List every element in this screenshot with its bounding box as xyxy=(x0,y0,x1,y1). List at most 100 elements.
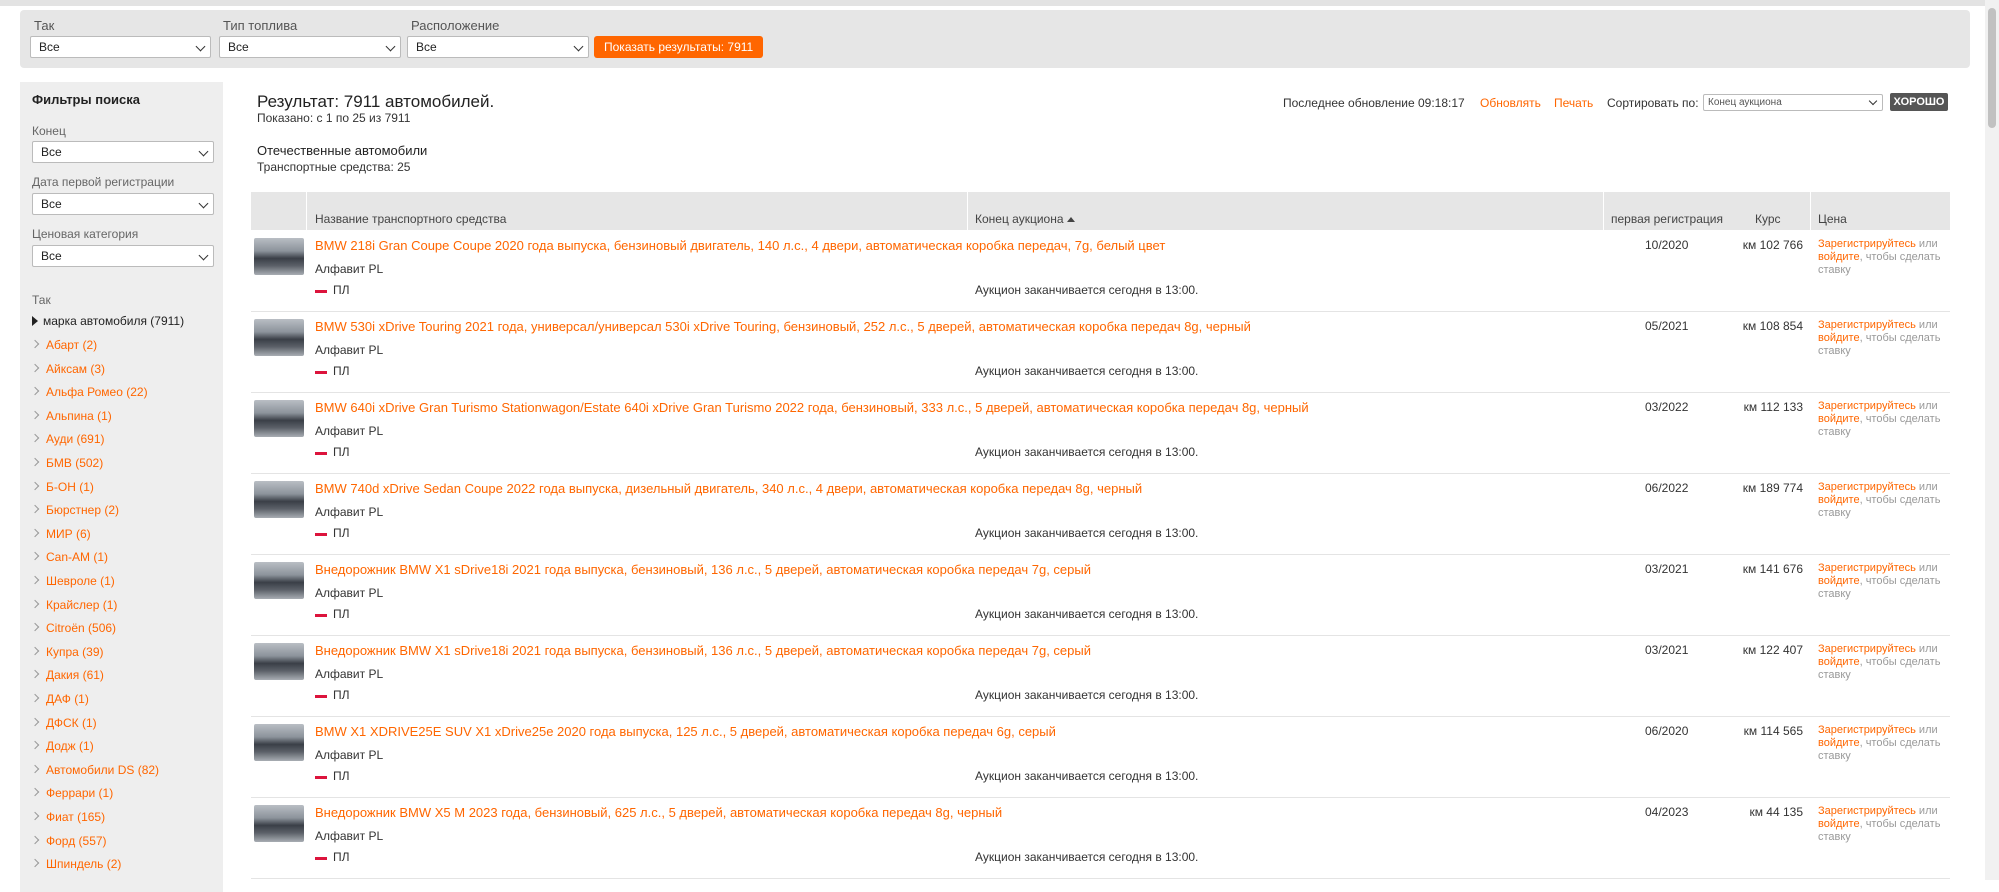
sidebar-make-item[interactable]: Дакия (61) xyxy=(30,668,104,683)
location-select[interactable]: Все xyxy=(407,36,589,58)
sidebar-make-item[interactable]: МИР (6) xyxy=(30,527,91,541)
sidebar-make-item[interactable]: Форд (557) xyxy=(30,833,107,848)
car-thumbnail[interactable] xyxy=(254,562,304,599)
sidebar-make-item[interactable]: Шевроле (1) xyxy=(30,574,115,588)
seller-name: Алфавит PL xyxy=(315,424,384,438)
login-link[interactable]: войдите xyxy=(1818,251,1860,263)
car-title-link[interactable]: BMW 218i Gran Coupe Coupe 2020 года выпу… xyxy=(315,238,1165,253)
or-text: или xyxy=(1918,724,1938,736)
column-separator xyxy=(1603,192,1604,230)
sort-ok-button[interactable]: ХОРОШО xyxy=(1890,93,1948,111)
make-filter: Так Все xyxy=(30,18,211,58)
column-header-first-registration[interactable]: первая регистрация xyxy=(1611,212,1723,226)
sidebar-make-label: Дакия (61) xyxy=(46,668,104,683)
end-select[interactable]: Все xyxy=(32,141,214,163)
sidebar-make-item[interactable]: ДФСК (1) xyxy=(30,715,97,730)
brand-tree-header[interactable]: марка автомобиля (7911) xyxy=(32,314,184,328)
register-link[interactable]: Зарегистрируйтесь xyxy=(1818,805,1916,817)
car-title-link[interactable]: Внедорожник BMW X1 sDrive18i 2021 года в… xyxy=(315,643,1091,658)
chevron-down-icon xyxy=(1868,96,1878,106)
sidebar-make-item[interactable]: ДАФ (1) xyxy=(30,692,89,706)
make-select[interactable]: Все xyxy=(30,36,211,58)
sidebar-make-label: ДФСК (1) xyxy=(46,715,97,730)
sidebar-make-item[interactable]: Шпиндель (2) xyxy=(30,857,121,871)
page-scrollbar[interactable] xyxy=(1985,0,1999,880)
sidebar-make-label: Citroën (506) xyxy=(46,621,117,636)
car-title-link[interactable]: BMW X1 XDRIVE25E SUV X1 xDrive25e 2020 г… xyxy=(315,724,1056,739)
chevron-right-icon xyxy=(30,363,40,372)
or-text: или xyxy=(1918,481,1938,493)
sidebar-make-label: Додж (1) xyxy=(46,739,94,754)
last-update-text: Последнее обновление 09:18:17 xyxy=(1283,96,1465,110)
car-title-link[interactable]: BMW 530i xDrive Touring 2021 года, униве… xyxy=(315,319,1251,334)
poland-flag-icon xyxy=(315,287,327,293)
column-header-name[interactable]: Название транспортного средства xyxy=(315,212,506,226)
chevron-right-icon xyxy=(30,670,40,679)
sidebar-make-item[interactable]: Б-ОН (1) xyxy=(30,480,94,494)
car-thumbnail[interactable] xyxy=(254,481,304,518)
register-link[interactable]: Зарегистрируйтесь xyxy=(1818,724,1916,736)
column-header-auction-end[interactable]: Конец аукциона xyxy=(975,212,1075,226)
print-link[interactable]: Печать xyxy=(1554,96,1593,110)
car-thumbnail[interactable] xyxy=(254,805,304,842)
login-link[interactable]: войдите xyxy=(1818,818,1860,830)
sidebar-make-item[interactable]: Ауди (691) xyxy=(30,432,105,446)
sidebar-make-item[interactable]: Can-AM (1) xyxy=(30,550,108,564)
sidebar-make-item[interactable]: Фиат (165) xyxy=(30,810,105,824)
register-link[interactable]: Зарегистрируйтесь xyxy=(1818,481,1916,493)
column-header-price[interactable]: Цена xyxy=(1818,212,1847,226)
register-link[interactable]: Зарегистрируйтесь xyxy=(1818,319,1916,331)
car-thumbnail[interactable] xyxy=(254,400,304,437)
login-link[interactable]: войдите xyxy=(1818,737,1860,749)
location-select-value: Все xyxy=(416,40,437,54)
register-link[interactable]: Зарегистрируйтесь xyxy=(1818,643,1916,655)
first-reg-select[interactable]: Все xyxy=(32,193,214,215)
chevron-right-icon xyxy=(30,386,40,396)
car-title-link[interactable]: BMW 640i xDrive Gran Turismo Stationwago… xyxy=(315,400,1309,415)
car-title-link[interactable]: BMW 740d xDrive Sedan Coupe 2022 года вы… xyxy=(315,481,1142,496)
auction-end-text: Аукцион заканчивается сегодня в 13:00. xyxy=(975,607,1199,621)
car-thumbnail[interactable] xyxy=(254,238,304,275)
car-thumbnail[interactable] xyxy=(254,724,304,761)
show-results-button[interactable]: Показать результаты: 7911 xyxy=(594,36,764,58)
country-code: ПЛ xyxy=(333,769,350,783)
register-link[interactable]: Зарегистрируйтесь xyxy=(1818,238,1916,250)
seller-name: Алфавит PL xyxy=(315,505,384,519)
register-link[interactable]: Зарегистрируйтесь xyxy=(1818,562,1916,574)
or-text: или xyxy=(1918,319,1938,331)
sidebar-make-item[interactable]: Альпина (1) xyxy=(30,409,112,423)
login-link[interactable]: войдите xyxy=(1818,332,1860,344)
sort-select[interactable]: Конец аукциона xyxy=(1703,94,1883,111)
sidebar-make-item[interactable]: Автомобили DS (82) xyxy=(30,763,159,777)
car-thumbnail[interactable] xyxy=(254,319,304,356)
sidebar-make-item[interactable]: БМВ (502) xyxy=(30,456,103,470)
flag-white-stripe xyxy=(315,692,327,695)
sidebar-make-item[interactable]: Бюрстнер (2) xyxy=(30,503,119,517)
sidebar-make-item[interactable]: Абарт (2) xyxy=(30,338,97,352)
sidebar-make-item[interactable]: Крайслер (1) xyxy=(30,598,117,612)
chevron-right-icon xyxy=(30,858,40,868)
column-header-course[interactable]: Курс xyxy=(1755,212,1781,226)
sidebar-make-label: Форд (557) xyxy=(46,833,107,848)
login-link[interactable]: войдите xyxy=(1818,494,1860,506)
refresh-link[interactable]: Обновлять xyxy=(1480,96,1541,110)
sidebar-make-item[interactable]: Додж (1) xyxy=(30,739,94,754)
make-filter-label: Так xyxy=(34,18,55,33)
car-title-link[interactable]: Внедорожник BMW X5 M 2023 года, бензинов… xyxy=(315,805,1002,820)
car-thumbnail[interactable] xyxy=(254,643,304,680)
price-category-select[interactable]: Все xyxy=(32,245,214,267)
login-link[interactable]: войдите xyxy=(1818,413,1860,425)
sidebar-make-item[interactable]: Феррари (1) xyxy=(30,786,113,800)
sidebar-make-item[interactable]: Альфа Ромео (22) xyxy=(30,385,148,399)
car-title-link[interactable]: Внедорожник BMW X1 sDrive18i 2021 года в… xyxy=(315,562,1091,577)
register-link[interactable]: Зарегистрируйтесь xyxy=(1818,400,1916,412)
login-link[interactable]: войдите xyxy=(1818,656,1860,668)
scrollbar-thumb[interactable] xyxy=(1988,8,1996,128)
fuel-select[interactable]: Все xyxy=(219,36,401,58)
sidebar-make-item[interactable]: Citroën (506) xyxy=(30,621,117,636)
sidebar-make-item[interactable]: Айксам (3) xyxy=(30,362,105,376)
or-text: или xyxy=(1918,400,1938,412)
flag-white-stripe xyxy=(315,287,327,290)
sidebar-make-item[interactable]: Купра (39) xyxy=(30,645,104,659)
login-link[interactable]: войдите xyxy=(1818,575,1860,587)
